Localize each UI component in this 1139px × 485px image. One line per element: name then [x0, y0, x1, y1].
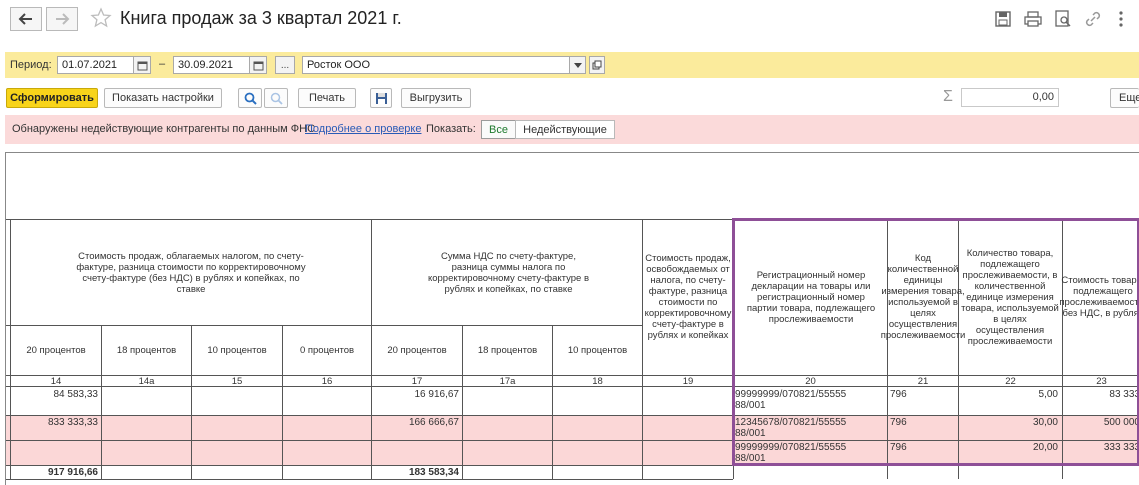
rate-18: 10 процентов: [567, 344, 628, 356]
period-label: Период:: [10, 59, 52, 71]
row1-col17[interactable]: 16 916,67: [372, 389, 460, 400]
period-to-field[interactable]: 30.09.2021: [173, 56, 251, 74]
rate-14: 20 процентов: [26, 344, 86, 356]
show-settings-button[interactable]: Показать настройки: [104, 88, 222, 108]
chevron-down-icon: [573, 62, 582, 68]
rate-17a: 18 процентов: [477, 344, 538, 356]
header-exempt-sales: Стоимость продаж, освобождаемых от налог…: [644, 253, 732, 341]
floppy-icon: [375, 92, 387, 104]
row1-col14[interactable]: 84 583,33: [11, 389, 99, 400]
col-number: 14: [50, 375, 62, 387]
report-sheet: Стоимость продаж, облагаемых налогом, по…: [5, 152, 1139, 485]
period-dash: –: [159, 58, 166, 70]
organization-open-button[interactable]: [589, 56, 605, 74]
search-cancel-icon: [270, 92, 283, 105]
back-button[interactable]: [10, 7, 42, 31]
print-icon[interactable]: [1023, 9, 1043, 29]
save-icon[interactable]: [993, 9, 1013, 29]
total-col17: 183 583,34: [408, 467, 459, 478]
row2-col17[interactable]: 166 666,67: [372, 417, 459, 428]
rate-17: 20 процентов: [387, 344, 447, 356]
arrow-right-icon: [56, 13, 70, 25]
more-button[interactable]: Еще: [1110, 88, 1139, 108]
col-number: 16: [321, 375, 333, 387]
sigma-icon: Σ: [943, 88, 953, 105]
filter-all-button[interactable]: Все: [481, 120, 516, 139]
title-bar: Книга продаж за 3 квартал 2021 г.: [0, 0, 1139, 40]
organization-field[interactable]: Росток ООО: [302, 56, 570, 74]
header-vat-amount: Сумма НДС по счету-фактуре, разница сумм…: [427, 251, 590, 295]
header-taxable-sales: Стоимость продаж, облагаемых налогом, по…: [76, 251, 306, 295]
row2-col14[interactable]: 833 333,33: [11, 417, 98, 428]
col-number: 15: [231, 375, 243, 387]
export-button[interactable]: Выгрузить: [401, 88, 471, 108]
rate-15: 10 процентов: [207, 344, 267, 356]
calendar-icon: [137, 61, 147, 70]
search-cancel-button[interactable]: [264, 88, 288, 108]
col-number: 14а: [138, 375, 155, 387]
period-panel: Период: 01.07.2021 – 30.09.2021 ... Рост…: [5, 52, 1139, 78]
search-icon: [244, 92, 257, 105]
generate-button[interactable]: Сформировать: [6, 88, 98, 108]
check-details-link[interactable]: Подробнее о проверке: [305, 123, 421, 135]
link-icon[interactable]: [1083, 9, 1103, 29]
period-select-button[interactable]: ...: [275, 56, 295, 74]
rate-16: 0 процентов: [299, 344, 355, 356]
arrow-left-icon: [18, 13, 32, 25]
page-title: Книга продаж за 3 квартал 2021 г.: [120, 8, 402, 28]
more-vertical-icon[interactable]: [1111, 9, 1131, 29]
traceability-columns-highlight: [732, 218, 1139, 466]
open-icon: [592, 60, 602, 70]
sum-field: 0,00: [961, 88, 1059, 107]
col-number: 17а: [499, 375, 516, 387]
calendar-to-button[interactable]: [249, 56, 267, 74]
forward-button[interactable]: [46, 7, 78, 31]
save-button[interactable]: [370, 88, 392, 108]
rate-14a: 18 процентов: [116, 344, 177, 356]
calendar-from-button[interactable]: [133, 56, 151, 74]
col-number: 19: [682, 375, 694, 387]
period-from-field[interactable]: 01.07.2021: [57, 56, 135, 74]
total-col14: 917 916,66: [47, 467, 98, 478]
calendar-icon: [253, 61, 263, 70]
filter-inactive-button[interactable]: Недействующие: [515, 120, 615, 139]
preview-icon[interactable]: [1053, 9, 1073, 29]
show-label: Показать:: [426, 123, 476, 135]
col-number: 18: [592, 375, 603, 387]
organization-dropdown-button[interactable]: [570, 56, 586, 74]
print-button[interactable]: Печать: [298, 88, 356, 108]
star-icon[interactable]: [90, 7, 112, 29]
inactive-counterparties-warning: Обнаружены недействующие контрагенты по …: [5, 115, 1139, 144]
search-button[interactable]: [238, 88, 262, 108]
warning-text: Обнаружены недействующие контрагенты по …: [12, 123, 316, 135]
col-number: 17: [411, 375, 423, 387]
